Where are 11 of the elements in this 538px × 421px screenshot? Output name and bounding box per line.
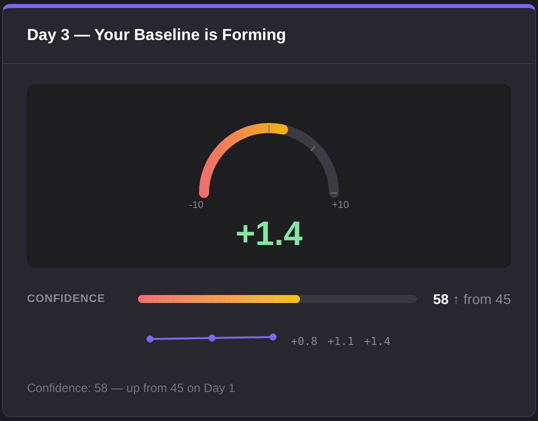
trend-value: +1.1 [328,334,354,350]
confidence-change: ↑ from 45 [452,290,511,308]
gauge-value: +1.4 [235,217,303,251]
scale-min-label: -10 [189,199,204,213]
confidence-label: CONFIDENCE [27,292,106,307]
card-title: Day 3 — Your Baseline is Forming [27,26,286,46]
scale-max-label: +10 [332,199,349,213]
trend-value: +0.8 [291,334,318,350]
footnote: Confidence: 58 — up from 45 on Day 1 [27,380,236,396]
trend-value: +1.4 [364,334,390,350]
confidence-value: 58 [433,290,449,308]
